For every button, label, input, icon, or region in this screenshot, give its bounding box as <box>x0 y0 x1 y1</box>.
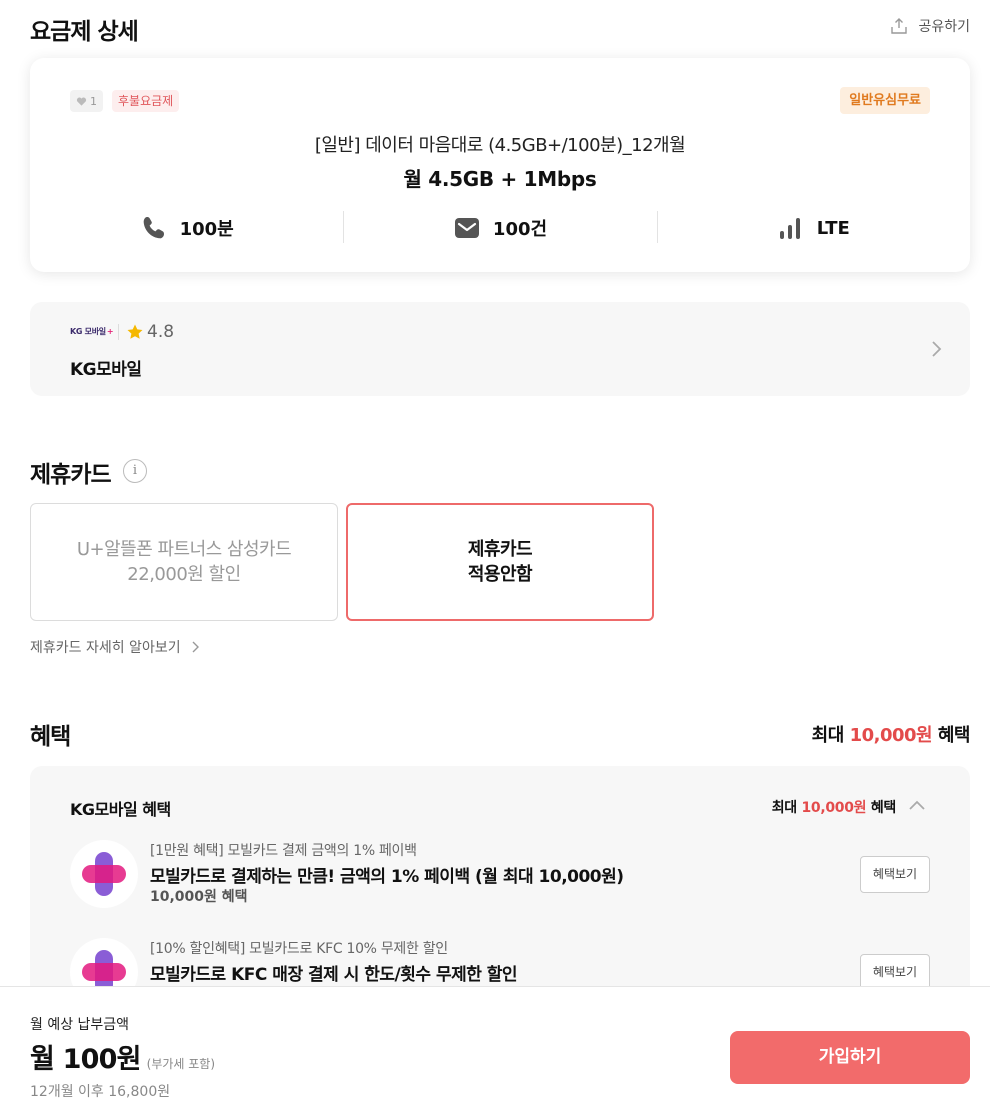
price-value: 월 100원 <box>30 1044 141 1075</box>
group-max-suffix: 혜택 <box>870 800 896 816</box>
benefits-title: 혜택 <box>30 724 71 750</box>
benefit-subtitle: [1만원 혜택] 모빌카드 결제 금액의 1% 페이백 <box>150 843 417 859</box>
postpaid-tag: 후불요금제 <box>112 90 180 112</box>
carrier-logo-plus: + <box>106 327 114 336</box>
share-label: 공유하기 <box>918 19 970 35</box>
chevron-right-icon <box>932 341 942 357</box>
monthly-price: 월 100원 (부가세 포함) <box>30 1037 215 1076</box>
benefits-max-amount: 10,000원 <box>849 725 933 746</box>
bottom-payment-bar: 월 예상 납부금액 월 100원 (부가세 포함) 12개월 이후 16,800… <box>0 986 990 1113</box>
chevron-up-icon[interactable] <box>908 799 926 811</box>
spec-voice: 100분 <box>30 211 343 245</box>
plan-data-amount: 월 4.5GB + 1Mbps <box>403 167 597 191</box>
plan-name: [일반] 데이터 마음대로 (4.5GB+/100분)_12개월 <box>314 135 686 156</box>
carrier-card[interactable]: KG 모바일 + 4.8 KG모바일 <box>30 302 970 396</box>
partner-card-option-samsung[interactable]: U+알뜰폰 파트너스 삼성카드 22,000원 할인 <box>30 503 338 621</box>
partner-card-option-none[interactable]: 제휴카드 적용안함 <box>346 503 654 621</box>
usim-free-tag: 일반유심무료 <box>840 87 930 114</box>
plan-specs: 100분 100건 LTE <box>30 211 970 245</box>
sms-value: 100건 <box>492 219 548 240</box>
partner-card-more-link[interactable]: 제휴카드 자세히 알아보기 <box>30 637 200 657</box>
heart-icon <box>76 97 87 106</box>
carrier-rating: 4.8 <box>126 322 174 342</box>
price-after-promo: 12개월 이후 16,800원 <box>30 1084 171 1100</box>
signal-icon <box>779 218 800 239</box>
share-button[interactable]: 공유하기 <box>890 16 970 36</box>
spec-network: LTE <box>656 211 970 245</box>
message-icon <box>454 218 479 238</box>
share-icon <box>891 18 908 34</box>
monthly-estimate-label: 월 예상 납부금액 <box>30 1017 130 1033</box>
page-header: 요금제 상세 공유하기 <box>30 10 970 45</box>
benefit-title: 모빌카드로 KFC 매장 결제 시 한도/횟수 무제한 할인 <box>150 965 518 985</box>
benefit-amount: 10,000원 혜택 <box>150 889 248 905</box>
vat-note: (부가세 포함) <box>146 1057 216 1071</box>
benefits-max: 최대 10,000원 혜택 <box>811 721 971 747</box>
carrier-name: KG모바일 <box>70 360 142 380</box>
group-max-prefix: 최대 <box>771 800 797 816</box>
chevron-right-icon <box>192 641 199 653</box>
view-benefit-button[interactable]: 혜택보기 <box>860 856 930 893</box>
carrier-benefits-panel: KG모바일 혜택 최대 10,000원 혜택 [1만원 혜택] 모빌카드 결제 … <box>30 766 970 1006</box>
carrier-benefits-title: KG모바일 혜택 <box>70 800 171 819</box>
benefit-item: [1만원 혜택] 모빌카드 결제 금액의 1% 페이백 모빌카드로 결제하는 만… <box>70 840 930 920</box>
join-button[interactable]: 가입하기 <box>730 1031 970 1084</box>
carrier-logo: KG 모바일 + <box>70 326 114 337</box>
plan-summary-card: 1 후불요금제 일반유심무료 [일반] 데이터 마음대로 (4.5GB+/100… <box>30 58 970 272</box>
info-icon[interactable]: i <box>123 459 147 483</box>
benefits-max-prefix: 최대 <box>811 725 845 746</box>
benefit-title: 모빌카드로 결제하는 만큼! 금액의 1% 페이백 (월 최대 10,000원) <box>150 867 624 887</box>
card-option-line2: 22,000원 할인 <box>127 564 241 585</box>
partner-card-title: 제휴카드 <box>30 462 112 488</box>
like-count: 1 <box>90 94 97 108</box>
carrier-logo-text: KG 모바일 <box>70 327 106 336</box>
network-value: LTE <box>816 217 850 239</box>
card-option-line2: 적용안함 <box>467 564 533 585</box>
voice-value: 100분 <box>179 219 234 240</box>
card-option-line1: 제휴카드 <box>467 539 533 560</box>
like-badge[interactable]: 1 <box>70 90 103 112</box>
star-icon <box>127 324 143 339</box>
mobil-card-logo <box>70 840 138 908</box>
benefit-subtitle: [10% 할인혜택] 모빌카드로 KFC 10% 무제한 할인 <box>150 941 448 957</box>
card-more-label: 제휴카드 자세히 알아보기 <box>30 640 181 656</box>
carrier-benefits-max: 최대 10,000원 혜택 <box>771 797 897 817</box>
phone-icon <box>143 217 164 239</box>
divider <box>118 324 119 340</box>
group-max-amount: 10,000원 <box>801 800 867 816</box>
spec-sms: 100건 <box>343 211 656 245</box>
rating-value: 4.8 <box>147 322 175 342</box>
page-title: 요금제 상세 <box>30 19 139 45</box>
card-option-line1: U+알뜰폰 파트너스 삼성카드 <box>76 539 292 560</box>
benefits-max-suffix: 혜택 <box>937 725 971 746</box>
